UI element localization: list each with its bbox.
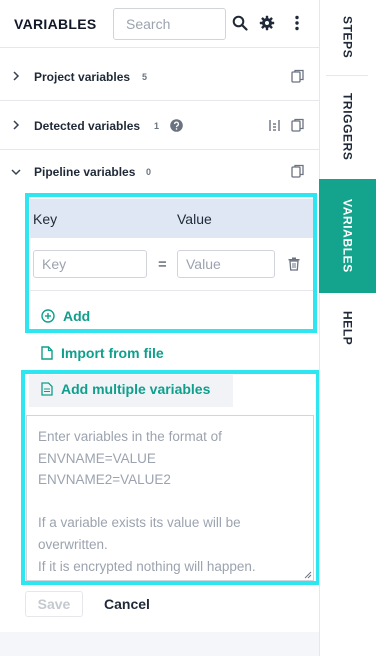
section-project-variables[interactable]: Project variables 5 [0,52,319,101]
gear-icon[interactable] [258,14,276,32]
panel-title: VARIABLES [14,16,97,32]
copy-icon[interactable] [291,69,305,83]
chevron-right-icon [13,120,20,130]
search-input[interactable] [113,8,226,40]
insert-variable-icon[interactable] [268,119,281,132]
more-options-icon[interactable] [288,14,306,32]
tab-steps[interactable]: STEPS [319,0,376,75]
panel-footer-area [0,632,319,656]
chevron-right-icon [13,71,20,81]
save-button[interactable]: Save [25,591,83,617]
section-count: 5 [142,72,148,82]
search-icon[interactable] [231,14,249,32]
tab-label: STEPS [340,16,355,59]
section-label: Detected variables [34,119,141,133]
tab-label: HELP [340,310,355,346]
section-label: Pipeline variables [34,165,136,179]
copy-icon[interactable] [291,118,305,132]
section-count: 1 [154,121,160,131]
section-count: 0 [146,167,152,177]
multi-highlight-box [21,370,320,585]
tab-label: VARIABLES [340,199,355,273]
copy-icon[interactable] [291,164,305,178]
import-from-file-label: Import from file [61,345,164,361]
cancel-button[interactable]: Cancel [96,591,158,617]
panel-header: VARIABLES [0,0,319,48]
tab-help[interactable]: HELP [319,293,376,363]
tab-triggers[interactable]: TRIGGERS [319,76,376,178]
chevron-down-icon [11,169,21,176]
tab-variables[interactable]: VARIABLES [319,179,376,293]
section-label: Project variables [34,70,131,84]
file-icon [41,346,53,360]
tab-label: TRIGGERS [340,93,355,161]
section-pipeline-variables[interactable]: Pipeline variables 0 [0,150,319,194]
import-from-file-button[interactable]: Import from file [41,345,164,361]
section-detected-variables[interactable]: Detected variables 1 [0,101,319,150]
kv-highlight-box [25,193,317,333]
help-icon[interactable] [170,119,183,132]
